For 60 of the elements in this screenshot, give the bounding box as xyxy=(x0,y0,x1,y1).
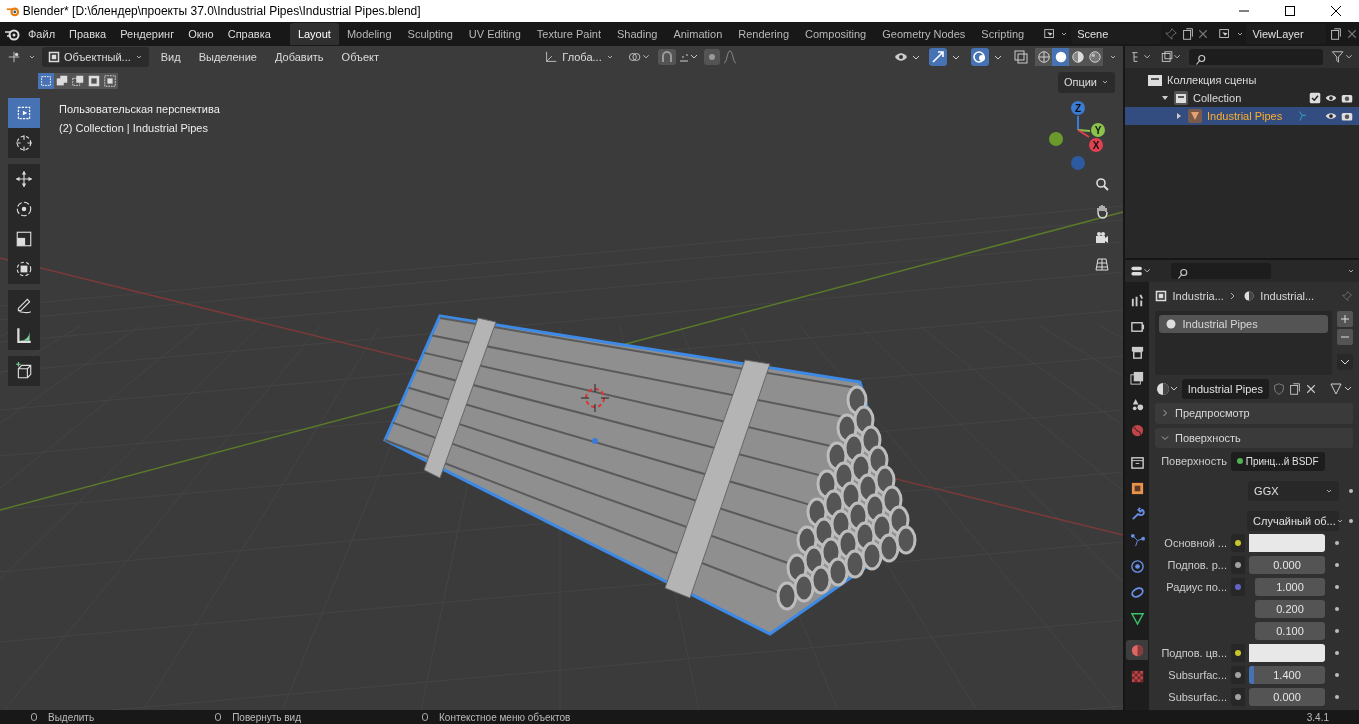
workspace-tab[interactable]: Compositing xyxy=(797,22,875,46)
menu-item[interactable]: Вид xyxy=(154,46,187,68)
outliner-item[interactable]: Коллекция сцены xyxy=(1167,71,1257,88)
dropdown-field[interactable]: GGX xyxy=(1248,480,1340,502)
breadcrumb-item[interactable]: Industrial... xyxy=(1260,288,1315,305)
material-name-field[interactable]: Industrial Pipes xyxy=(1181,378,1269,399)
field-label: Радиус по... xyxy=(1165,579,1227,595)
material-slot[interactable]: Industrial Pipes xyxy=(1159,314,1328,333)
workspace-tab[interactable]: Animation xyxy=(665,22,731,46)
number-field[interactable]: 0.000 xyxy=(1249,556,1325,574)
field-label: Подпов. р... xyxy=(1166,557,1227,573)
menu-item[interactable]: Объект xyxy=(335,46,386,68)
outliner-row[interactable]: Industrial Pipes xyxy=(1125,106,1359,125)
orientation-dropdown[interactable]: Глоба... xyxy=(538,46,620,68)
panel-header[interactable]: Поверхность xyxy=(1155,427,1353,448)
status-hint: Выделить xyxy=(48,710,95,724)
workspace-tab[interactable]: Scripting xyxy=(973,22,1033,46)
field-label: Подпов. цв... xyxy=(1160,645,1227,661)
axis-handle[interactable]: Z xyxy=(1071,101,1085,115)
scene-field[interactable]: Scene xyxy=(1071,23,1162,45)
workspace-tab[interactable]: Shading xyxy=(609,22,666,46)
axis-handle[interactable]: Y xyxy=(1091,123,1105,137)
version-text: 3.4.1 xyxy=(1306,710,1329,724)
shader-link-field[interactable]: Принц...й BSDF xyxy=(1231,451,1325,471)
viewport-info-text: (2) Collection | Industrial Pipes xyxy=(59,121,209,137)
number-field[interactable]: 1.400 xyxy=(1249,666,1325,684)
workspace-tab[interactable]: Sculpting xyxy=(399,22,461,46)
field-label: Поверхность xyxy=(1160,453,1227,469)
workspace-tab[interactable]: Layout xyxy=(289,22,339,46)
menu-item[interactable]: Справка xyxy=(221,23,277,45)
workspace-tab[interactable]: UV Editing xyxy=(460,22,529,46)
number-field[interactable]: 0.000 xyxy=(1249,688,1325,706)
viewport-info-text: Пользовательская перспектива xyxy=(59,102,220,117)
breadcrumb-item[interactable]: Industria... xyxy=(1172,288,1224,305)
status-hint: Повернуть вид xyxy=(232,710,302,724)
window-title: Blender* [D:\блендер\проекты 37.0\Industrial Pipes\Industrial Pipes.blend] xyxy=(22,3,422,20)
workspace-tab[interactable]: Rendering xyxy=(730,22,798,46)
mode-dropdown[interactable]: Объектный... xyxy=(42,46,149,68)
menu-item[interactable]: Выделение xyxy=(192,46,263,68)
workspace-tab[interactable]: Texture Paint xyxy=(528,22,609,46)
menu-item[interactable]: Рендеринг xyxy=(114,23,181,45)
panel-header[interactable]: Предпросмотр xyxy=(1155,403,1353,424)
field-label: Subsurfac... xyxy=(1167,689,1227,705)
outliner-item[interactable]: Collection xyxy=(1193,89,1242,106)
number-field[interactable]: 0.200 xyxy=(1255,600,1325,618)
status-hint: Контекстное меню объектов xyxy=(439,710,571,724)
menu-item[interactable]: Файл xyxy=(22,23,62,45)
view-layer-field[interactable]: ViewLayer xyxy=(1246,23,1327,45)
menu-item[interactable]: Окно xyxy=(182,23,220,45)
number-field[interactable]: 1.000 xyxy=(1255,578,1325,596)
options-dropdown[interactable]: Опции xyxy=(1057,72,1115,93)
field-label: Subsurfac... xyxy=(1167,667,1227,683)
menu-item[interactable]: Добавить xyxy=(268,46,330,68)
number-field[interactable]: 0.100 xyxy=(1255,622,1325,640)
workspace-tab[interactable]: Modeling xyxy=(338,22,400,46)
axis-handle[interactable]: X xyxy=(1089,138,1103,152)
menu-item[interactable]: Правка xyxy=(63,23,113,45)
dropdown-field[interactable]: Случайный об... xyxy=(1247,510,1340,532)
workspace-tab[interactable]: Geometry Nodes xyxy=(874,22,974,46)
field-label: Основной ... xyxy=(1163,535,1227,551)
